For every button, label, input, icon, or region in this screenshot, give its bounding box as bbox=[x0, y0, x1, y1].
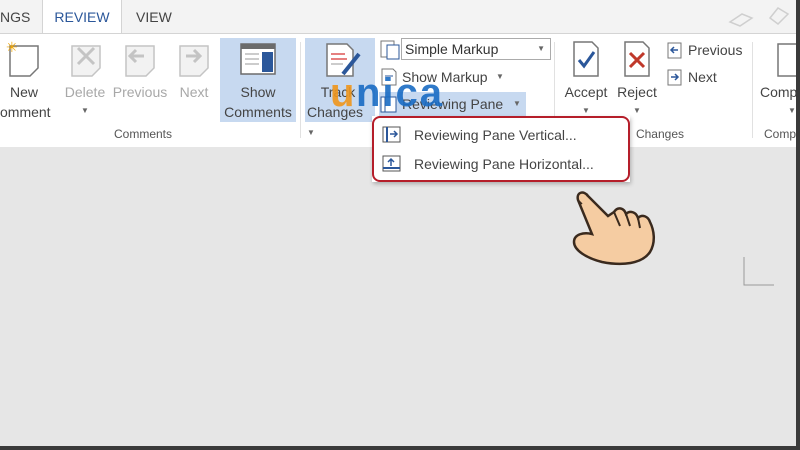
previous-change-button[interactable]: Previous bbox=[664, 38, 750, 62]
next-change-label: Next bbox=[688, 69, 717, 85]
compare-icon bbox=[777, 43, 796, 77]
new-comment-label-1: New bbox=[9, 84, 38, 100]
next-comment-icon bbox=[179, 45, 209, 77]
tab-mailings[interactable]: NGS bbox=[0, 0, 38, 34]
ribbon-decoration-icon bbox=[768, 7, 790, 25]
next-change-button[interactable]: Next bbox=[664, 65, 750, 89]
page-corner-mark bbox=[743, 257, 774, 286]
group-separator bbox=[300, 42, 301, 138]
show-comments-icon bbox=[240, 43, 276, 75]
reject-button[interactable]: Reject ▼ bbox=[612, 38, 662, 122]
ribbon-tab-bar: NGS REVIEW VIEW bbox=[0, 0, 796, 34]
ribbon-decoration-icon bbox=[728, 13, 754, 27]
document-area[interactable] bbox=[0, 147, 796, 446]
chevron-down-icon: ▼ bbox=[537, 44, 545, 53]
previous-comment-label: Previous bbox=[112, 84, 168, 100]
next-change-icon bbox=[667, 69, 682, 86]
delete-comment-icon bbox=[71, 45, 101, 77]
group-label-changes: Changes bbox=[635, 127, 685, 141]
previous-change-icon bbox=[667, 42, 682, 59]
callout-highlight-box bbox=[372, 116, 630, 182]
next-comment-label: Next bbox=[179, 84, 209, 100]
display-for-review-icon bbox=[380, 40, 400, 60]
svg-text:✳: ✳ bbox=[6, 40, 18, 56]
show-comments-label-2: Comments bbox=[224, 104, 292, 120]
word-window: NGS REVIEW VIEW ✳ New omment Delete ▼ Pr… bbox=[0, 0, 796, 446]
show-markup-dropdown-arrow: ▼ bbox=[496, 72, 504, 81]
group-label-comments: Comments bbox=[113, 127, 172, 141]
reviewing-pane-dropdown-arrow: ▼ bbox=[513, 99, 521, 108]
new-comment-label-2: omment bbox=[0, 104, 51, 120]
pointing-hand-icon bbox=[572, 191, 655, 266]
accept-icon bbox=[573, 41, 599, 77]
accept-button[interactable]: Accept ▼ bbox=[560, 38, 612, 122]
compare-label: Comp bbox=[760, 84, 796, 100]
compare-dropdown-arrow: ▼ bbox=[788, 106, 796, 116]
delete-comment-button[interactable]: Delete ▼ bbox=[60, 38, 110, 118]
svg-text:u: u bbox=[330, 71, 354, 114]
reject-icon bbox=[624, 41, 650, 77]
reject-dropdown-arrow[interactable]: ▼ bbox=[633, 101, 641, 121]
new-comment-icon: ✳ bbox=[6, 40, 39, 77]
markup-select-value: Simple Markup bbox=[405, 41, 499, 57]
previous-comment-icon bbox=[125, 45, 155, 77]
show-comments-button[interactable]: Show Comments bbox=[220, 38, 296, 122]
group-separator bbox=[752, 42, 753, 138]
previous-comment-button[interactable]: Previous bbox=[112, 38, 168, 118]
markup-select[interactable]: Simple Markup ▼ bbox=[401, 38, 551, 60]
unica-watermark-logo: u nica bbox=[330, 71, 444, 114]
delete-dropdown-arrow[interactable]: ▼ bbox=[81, 101, 89, 121]
tab-view[interactable]: VIEW bbox=[136, 0, 176, 34]
tab-review[interactable]: REVIEW bbox=[42, 0, 122, 34]
svg-text:nica: nica bbox=[356, 71, 444, 114]
previous-change-label: Previous bbox=[688, 42, 743, 58]
delete-comment-label: Delete bbox=[64, 84, 106, 100]
show-comments-label-1: Show bbox=[240, 84, 276, 100]
accept-label: Accept bbox=[564, 84, 608, 100]
track-changes-dropdown-arrow[interactable]: ▼ bbox=[307, 123, 315, 143]
compare-button[interactable]: Comp ▼ bbox=[758, 38, 796, 122]
next-comment-button[interactable]: Next bbox=[170, 38, 218, 118]
group-label-compare: Comp bbox=[764, 127, 796, 141]
new-comment-button[interactable]: ✳ New omment bbox=[0, 38, 51, 120]
reject-label: Reject bbox=[617, 84, 657, 100]
